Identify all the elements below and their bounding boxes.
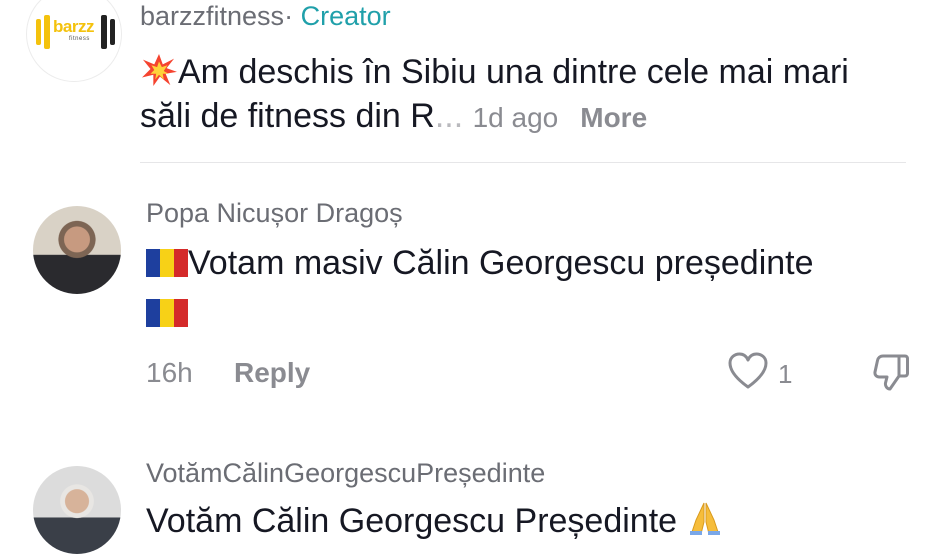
- post-time: 1d ago: [472, 102, 559, 133]
- comment-text: Votam masiv Călin Georgescu președinte: [146, 238, 846, 338]
- comment-body: Votăm Călin Georgescu Președinte: [146, 502, 678, 540]
- logo-wordmark: barzz: [53, 17, 94, 36]
- logo-bar: [110, 19, 115, 45]
- post-caption: Am deschis în Sibiu una dintre cele mai …: [140, 50, 900, 140]
- creator-badge: Creator: [300, 1, 391, 31]
- creator-avatar[interactable]: barzz fitness: [26, 0, 122, 82]
- creator-username[interactable]: barzzfitness: [140, 1, 284, 31]
- logo-bar: [44, 15, 50, 49]
- reply-button[interactable]: Reply: [234, 357, 310, 389]
- logo-bar: [101, 15, 107, 49]
- collision-emoji-icon: [142, 53, 177, 87]
- dislike-button[interactable]: [871, 352, 911, 397]
- logo-subtext: fitness: [69, 36, 90, 42]
- avatar[interactable]: [33, 206, 121, 294]
- comment-username[interactable]: VotămCălinGeorgescuPreședinte: [146, 458, 545, 489]
- comment-body: Votam masiv Călin Georgescu președinte: [188, 244, 814, 282]
- divider: [140, 162, 906, 163]
- romania-flag-icon: [146, 299, 188, 327]
- avatar[interactable]: [33, 466, 121, 554]
- comment-text: Votăm Călin Georgescu Președinte: [146, 496, 866, 546]
- heart-outline-icon: [728, 352, 768, 389]
- creator-header: barzzfitness· Creator: [140, 0, 391, 32]
- thumbs-down-outline-icon: [873, 354, 909, 391]
- like-button[interactable]: [728, 352, 768, 395]
- more-button[interactable]: More: [580, 102, 647, 133]
- post-text-ellipsis: ...: [434, 97, 464, 135]
- like-count: 1: [778, 359, 793, 389]
- comment-time: 16h: [146, 357, 193, 388]
- folded-hands-emoji-icon: [689, 502, 720, 535]
- logo-bar: [36, 19, 41, 45]
- romania-flag-icon: [146, 249, 188, 277]
- comment-username[interactable]: Popa Nicușor Dragoș: [146, 198, 403, 229]
- separator-dot: ·: [284, 1, 294, 31]
